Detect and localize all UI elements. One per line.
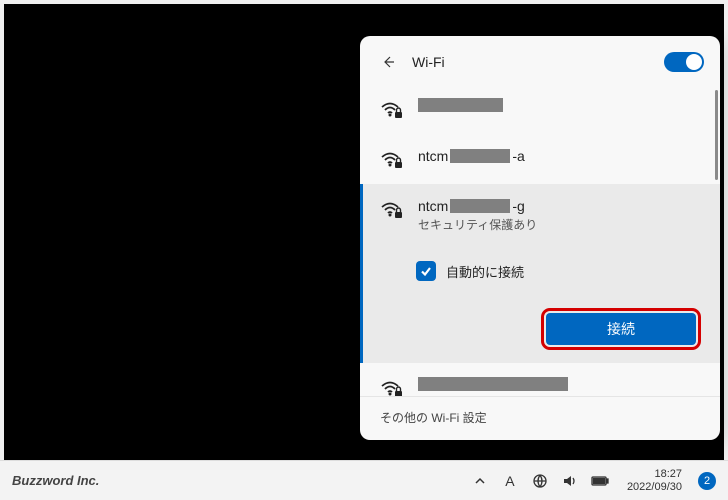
notification-badge[interactable]: 2 (698, 472, 716, 490)
network-item[interactable]: ntcm -a (360, 134, 720, 184)
tray-network-icon[interactable] (531, 472, 549, 490)
network-name (418, 98, 503, 112)
arrow-left-icon (380, 54, 396, 70)
tray-battery-icon[interactable] (591, 472, 609, 490)
redacted-block (450, 199, 510, 213)
network-info (418, 377, 568, 391)
network-list: ntcm -a ntcm -g セキュリティ保護あり (360, 84, 720, 396)
wifi-secured-icon (380, 200, 404, 220)
wifi-toggle[interactable] (664, 52, 704, 72)
network-info: ntcm -g セキュリティ保護あり (418, 198, 537, 233)
system-tray: A 18:27 2022/09/30 2 (471, 468, 716, 494)
network-item[interactable] (360, 84, 720, 134)
wifi-secured-icon (380, 150, 404, 170)
clock-date: 2022/09/30 (627, 481, 682, 494)
panel-footer: その他の Wi-Fi 設定 (360, 396, 720, 440)
redacted-block (418, 98, 503, 112)
scrollbar-thumb[interactable] (715, 90, 718, 180)
brand-text: Buzzword Inc. (12, 473, 471, 488)
network-item[interactable] (360, 363, 720, 396)
taskbar: Buzzword Inc. A 18:27 2022/09/30 2 (0, 460, 728, 500)
taskbar-clock[interactable]: 18:27 2022/09/30 (627, 468, 682, 494)
clock-time: 18:27 (627, 468, 682, 481)
ime-indicator[interactable]: A (501, 472, 519, 490)
network-security-label: セキュリティ保護あり (418, 216, 537, 233)
tray-chevron-up-icon[interactable] (471, 472, 489, 490)
network-item-selected[interactable]: ntcm -g セキュリティ保護あり 自動的に接続 接続 (360, 184, 720, 363)
wifi-secured-icon (380, 379, 404, 396)
network-name: ntcm -g (418, 198, 537, 214)
auto-connect-row: 自動的に接続 (380, 247, 700, 287)
network-row: ntcm -g セキュリティ保護あり (380, 198, 700, 233)
wifi-flyout-panel: Wi-Fi ntcm -a (360, 36, 720, 440)
network-name: ntcm -a (418, 148, 525, 164)
wifi-secured-icon (380, 100, 404, 120)
connect-button[interactable]: 接続 (546, 313, 696, 345)
network-name (418, 377, 568, 391)
name-prefix: ntcm (418, 198, 448, 214)
check-icon (419, 264, 433, 278)
tray-volume-icon[interactable] (561, 472, 579, 490)
name-prefix: ntcm (418, 148, 448, 164)
panel-title: Wi-Fi (412, 54, 652, 70)
back-button[interactable] (376, 50, 400, 74)
network-info: ntcm -a (418, 148, 525, 164)
name-suffix: -a (512, 148, 524, 164)
network-info (418, 98, 503, 112)
name-suffix: -g (512, 198, 524, 214)
panel-header: Wi-Fi (360, 36, 720, 84)
more-wifi-settings-link[interactable]: その他の Wi-Fi 設定 (380, 409, 700, 426)
redacted-block (450, 149, 510, 163)
connect-row: 接続 (380, 301, 700, 349)
auto-connect-label: 自動的に接続 (446, 262, 524, 281)
redacted-block (418, 377, 568, 391)
auto-connect-checkbox[interactable] (416, 261, 436, 281)
